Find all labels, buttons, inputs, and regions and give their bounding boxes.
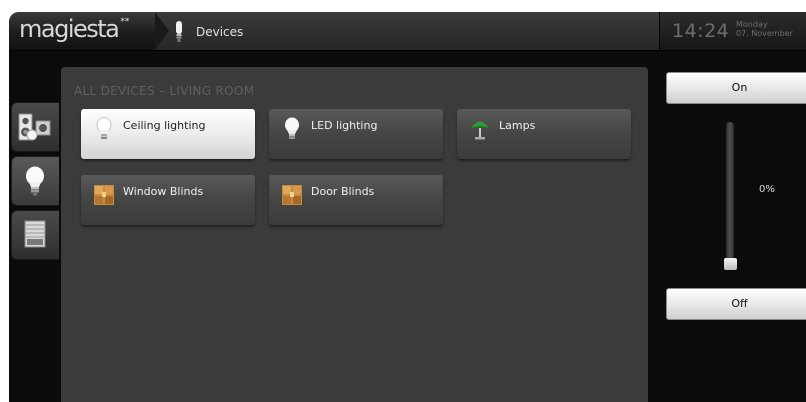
panel-title: ALL DEVICES – LIVING ROOM [74, 84, 255, 98]
device-window-blinds[interactable]: Window Blinds [81, 175, 255, 225]
tab-lighting[interactable] [11, 156, 59, 206]
device-label: Ceiling lighting [123, 119, 206, 132]
device-door-blinds[interactable]: Door Blinds [269, 175, 443, 225]
tab-blinds[interactable] [11, 210, 59, 260]
app-logo: magiesta ** [19, 15, 129, 43]
clock-area: 14:24 Monday 07. November [659, 12, 806, 50]
on-button[interactable]: On [666, 72, 806, 104]
devices-panel: ALL DEVICES – LIVING ROOM Ceiling lighti… [61, 67, 648, 402]
dimmer-level: 0% [759, 184, 775, 195]
off-button[interactable]: Off [666, 288, 806, 320]
light-bulb-icon [285, 117, 299, 139]
lamp-icon [471, 121, 489, 140]
off-button-label: Off [731, 297, 748, 310]
device-label: Lamps [499, 119, 536, 132]
date-text: 07. November [736, 29, 793, 38]
logo-text: magiesta [19, 15, 120, 43]
light-bulb-icon [26, 166, 44, 196]
blinds-box-icon [94, 185, 114, 205]
logo-mark: ** [120, 17, 130, 27]
clock-time: 14:24 [672, 20, 730, 42]
light-bulb-icon [96, 117, 112, 139]
device-ceiling-lighting[interactable]: Ceiling lighting [81, 109, 255, 159]
breadcrumb-arrow [155, 12, 169, 50]
day-name: Monday [736, 20, 768, 29]
app-window: magiesta ** Devices 14:24 Monday 07. Nove… [9, 12, 806, 402]
speakers-icon [18, 113, 51, 141]
dimmer-slider-track[interactable] [726, 122, 734, 266]
breadcrumb-label: Devices [196, 25, 244, 39]
blinds-box-icon [282, 185, 302, 205]
light-bulb-icon [176, 21, 182, 42]
device-label: LED lighting [311, 119, 378, 132]
blinds-icon [24, 220, 46, 248]
top-bar: magiesta ** Devices 14:24 Monday 07. Nove… [9, 12, 806, 51]
device-label: Door Blinds [311, 185, 375, 198]
device-label: Window Blinds [123, 185, 204, 198]
device-led-lighting[interactable]: LED lighting [269, 109, 443, 159]
device-lamps[interactable]: Lamps [457, 109, 631, 159]
tab-audio[interactable] [11, 102, 59, 152]
dimmer-slider-handle[interactable] [724, 258, 737, 270]
clock-date: Monday 07. November [736, 20, 793, 38]
on-button-label: On [731, 81, 748, 94]
